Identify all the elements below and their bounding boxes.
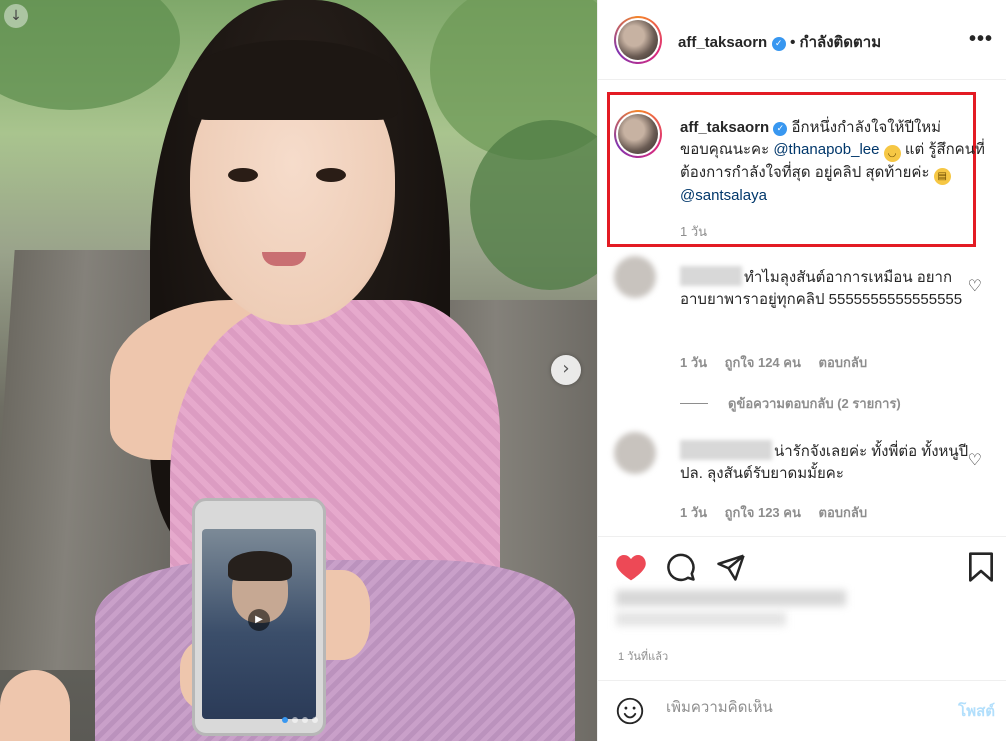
mention-link[interactable]: @thanapob_lee (773, 141, 879, 158)
mention-link[interactable]: @santsalaya (680, 187, 767, 204)
chevron-right-icon[interactable]: › (551, 355, 581, 385)
caption-username[interactable]: aff_taksaorn (680, 119, 769, 136)
caption-avatar-ring[interactable] (614, 110, 662, 158)
carousel-dot (302, 717, 308, 723)
foot (0, 670, 70, 741)
comment-meta: 1 วัน ถูกใจ 123 คน ตอบกลับ (680, 502, 881, 523)
play-icon: ▶ (248, 608, 270, 631)
share-icon[interactable] (714, 550, 748, 584)
bangs (188, 40, 398, 120)
action-bar (598, 536, 1006, 596)
carousel-dot (312, 717, 318, 723)
heart-outline-icon[interactable]: ♡ (968, 276, 982, 295)
view-replies-button[interactable]: ดูข้อความตอบกลับ (2 รายการ) (680, 393, 901, 414)
post-header: aff_taksaorn ✓ • กำลังติดตาม ••• (598, 0, 1006, 80)
reply-button[interactable]: ตอบกลับ (819, 505, 868, 520)
view-replies-label: ดูข้อความตอบกลับ (2 รายการ) (728, 396, 901, 411)
blurred-username[interactable] (680, 266, 742, 286)
post-photo[interactable]: ▶ ↓ › (0, 0, 597, 741)
smiling-emoji-icon: ◡ (883, 145, 901, 162)
left-eye (228, 168, 258, 182)
right-eye (316, 168, 346, 182)
more-horizontal-icon[interactable]: ••• (969, 28, 993, 51)
blurred-avatar[interactable] (614, 256, 656, 298)
post-side-panel: aff_taksaorn ✓ • กำลังติดตาม ••• aff_tak… (597, 0, 1006, 741)
bookmark-icon[interactable] (964, 550, 998, 584)
caption: aff_taksaorn ✓ อีกหนึ่งกำลังใจให้ปีใหม่ … (680, 117, 985, 207)
heart-filled-icon[interactable] (614, 550, 648, 584)
header-identity: aff_taksaorn ✓ • กำลังติดตาม (678, 30, 881, 54)
divider-line (680, 403, 708, 404)
blurred-likes (616, 612, 786, 626)
phone-screen: ▶ (202, 529, 316, 719)
reply-button[interactable]: ตอบกลับ (819, 355, 868, 370)
username-link[interactable]: aff_taksaorn (678, 34, 767, 51)
comment-likes[interactable]: ถูกใจ 123 คน (725, 505, 801, 520)
carousel-indicator (282, 717, 318, 723)
comment-meta: 1 วัน ถูกใจ 124 คน ตอบกลับ (680, 352, 881, 373)
video-hair (228, 551, 292, 581)
avatar (618, 114, 658, 154)
grinning-emoji-icon: ▤ (933, 168, 951, 185)
emoji-picker-icon[interactable] (616, 697, 644, 725)
blurred-likes (616, 590, 846, 606)
comment: ทำไมลุงสันต์อาการเหมือน อยากอาบยาพาราอยู… (680, 266, 970, 311)
download-icon[interactable]: ↓ (4, 4, 28, 28)
comment-time[interactable]: 1 วัน (680, 355, 707, 370)
comment: น่ารักจังเลยค่ะ ทั้งพี่ต่อ ทั้งหนูปี ปล.… (680, 440, 970, 485)
verified-badge-icon: ✓ (773, 122, 788, 136)
held-smartphone: ▶ (192, 498, 326, 736)
following-button[interactable]: • กำลังติดตาม (790, 34, 881, 51)
heart-outline-icon[interactable]: ♡ (968, 450, 982, 469)
carousel-dot (282, 717, 288, 723)
blurred-avatar[interactable] (614, 432, 656, 474)
verified-badge-icon: ✓ (771, 37, 786, 51)
post-comment-button[interactable]: โพสต์ (958, 699, 995, 723)
comment-icon[interactable] (664, 550, 698, 584)
comment-likes[interactable]: ถูกใจ 124 คน (725, 355, 801, 370)
comment-input[interactable] (666, 699, 926, 716)
avatar (618, 20, 658, 60)
comment-time[interactable]: 1 วัน (680, 505, 707, 520)
caption-time[interactable]: 1 วัน (680, 221, 707, 242)
avatar-story-ring[interactable] (614, 16, 662, 64)
blurred-username[interactable] (680, 440, 772, 460)
post-timestamp[interactable]: 1 วันที่แล้ว (618, 647, 668, 665)
carousel-dot (292, 717, 298, 723)
comment-bar: โพสต์ (598, 680, 1006, 741)
